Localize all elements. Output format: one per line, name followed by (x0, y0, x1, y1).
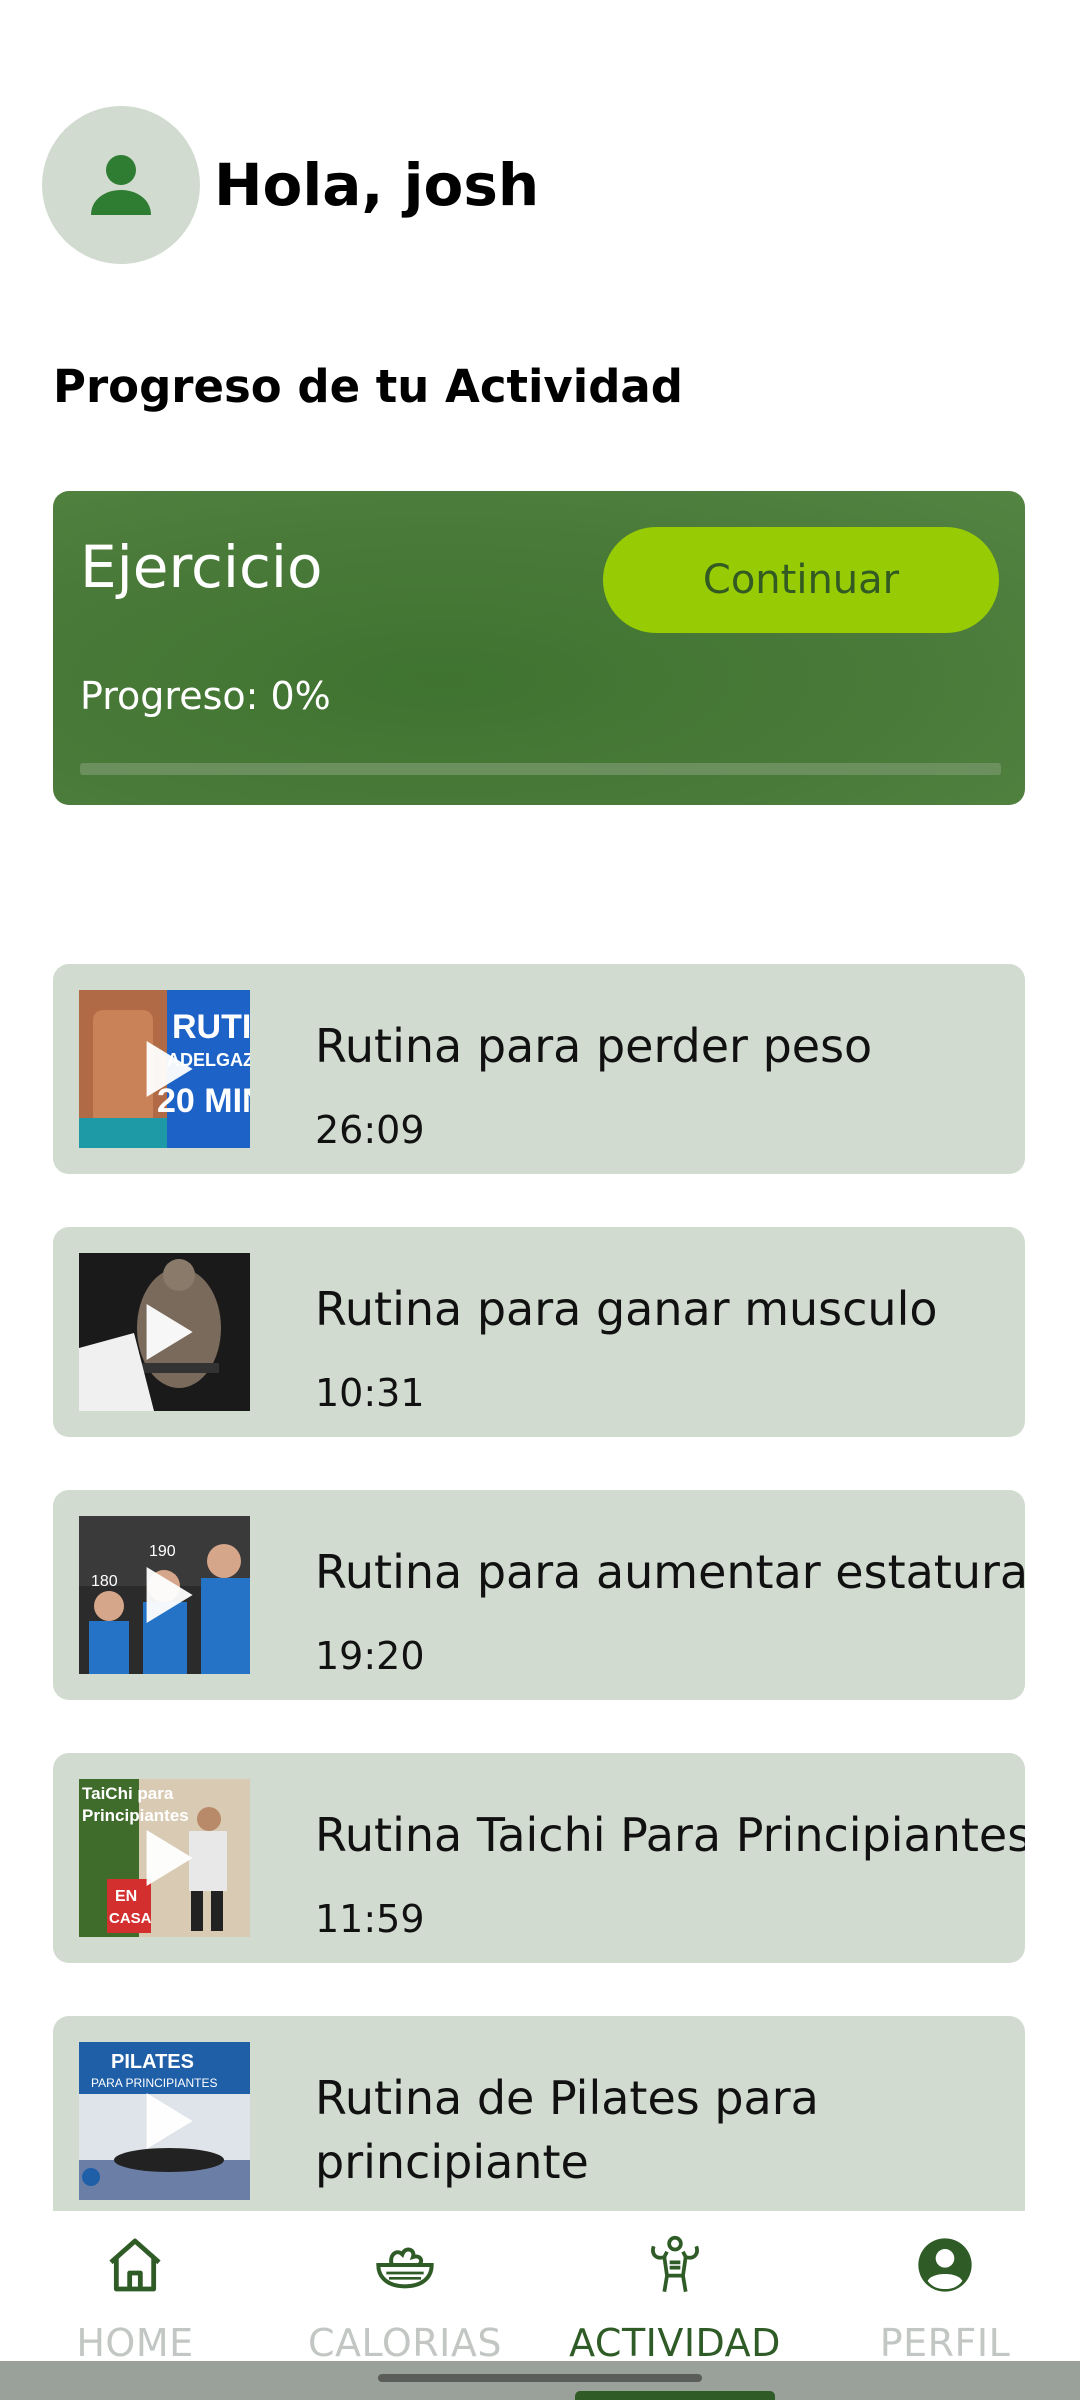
progress-card-title: Ejercicio (80, 533, 323, 601)
thumbnail-text: 180 (91, 1573, 118, 1590)
nav-calorias[interactable]: CALORIAS (270, 2211, 540, 2365)
video-card[interactable]: RUTIN ADELGAZA 20 MIN Rutina para perder… (53, 964, 1025, 1174)
video-title: Rutina para ganar musculo (315, 1282, 938, 1336)
thumbnail-text: Principiantes (82, 1806, 189, 1825)
play-icon (146, 1830, 193, 1886)
video-duration: 10:31 (315, 1371, 425, 1415)
play-icon (146, 2093, 193, 2149)
section-title: Progreso de tu Actividad (53, 360, 683, 413)
salad-bowl-icon (376, 2247, 434, 2289)
nav-label: HOME (76, 2321, 194, 2365)
nav-label: CALORIAS (308, 2321, 502, 2365)
video-thumbnail: PILATES PARA PRINCIPIANTES (79, 2042, 250, 2200)
video-thumbnail: 180 190 (79, 1516, 250, 1674)
play-icon (146, 1567, 193, 1623)
greeting: Hola, josh (214, 151, 540, 219)
thumbnail-text: PARA PRINCIPIANTES (91, 2076, 217, 2090)
home-indicator[interactable] (378, 2374, 702, 2382)
home-icon (109, 2238, 161, 2292)
progress-card: Ejercicio Continuar Progreso: 0% (53, 491, 1025, 805)
nav-label: ACTIVIDAD (569, 2321, 781, 2365)
continue-button[interactable]: Continuar (603, 527, 999, 633)
video-thumbnail (79, 1253, 250, 1411)
video-list: RUTIN ADELGAZA 20 MIN Rutina para perder… (53, 964, 1025, 2279)
nav-actividad[interactable]: ACTIVIDAD (540, 2211, 810, 2365)
muscle-body-icon (651, 2235, 699, 2292)
nav-home[interactable]: HOME (0, 2211, 270, 2365)
person-icon (91, 155, 151, 215)
video-card[interactable]: 180 190 Rutina para aumentar estatura 19… (53, 1490, 1025, 1700)
account-circle-icon (918, 2238, 972, 2292)
video-thumbnail: RUTIN ADELGAZA 20 MIN (79, 990, 250, 1148)
play-icon (146, 1304, 193, 1360)
progress-label: Progreso: 0% (80, 674, 331, 718)
video-duration: 11:59 (315, 1897, 425, 1941)
thumbnail-text: EN (115, 1888, 137, 1905)
nav-perfil[interactable]: PERFIL (810, 2211, 1080, 2365)
video-title: Rutina para aumentar estatura (315, 1545, 1025, 1599)
video-card[interactable]: TaiChi para Principiantes EN CASA Rutina… (53, 1753, 1025, 1963)
active-tab-indicator (575, 2391, 775, 2400)
video-duration: 19:20 (315, 1634, 425, 1678)
nav-label: PERFIL (879, 2321, 1011, 2365)
progress-bar (80, 763, 1001, 775)
thumbnail-text: TaiChi para (82, 1784, 174, 1803)
thumbnail-text: 190 (149, 1543, 176, 1560)
avatar[interactable] (42, 106, 200, 264)
thumbnail-text: PILATES (111, 2051, 194, 2073)
video-card[interactable]: PILATES PARA PRINCIPIANTES Rutina de Pil… (53, 2016, 1025, 2226)
video-title: Rutina para perder peso (315, 1019, 873, 1073)
play-icon (146, 1041, 193, 1097)
video-title: Rutina de Pilates para principiante (315, 2071, 819, 2189)
video-card[interactable]: Rutina para ganar musculo 10:31 (53, 1227, 1025, 1437)
video-title: Rutina Taichi Para Principiantes (315, 1808, 1025, 1862)
header: Hola, josh (42, 106, 539, 264)
video-thumbnail: TaiChi para Principiantes EN CASA (79, 1779, 250, 1937)
thumbnail-text: CASA (109, 1910, 152, 1927)
video-duration: 26:09 (315, 1108, 425, 1152)
